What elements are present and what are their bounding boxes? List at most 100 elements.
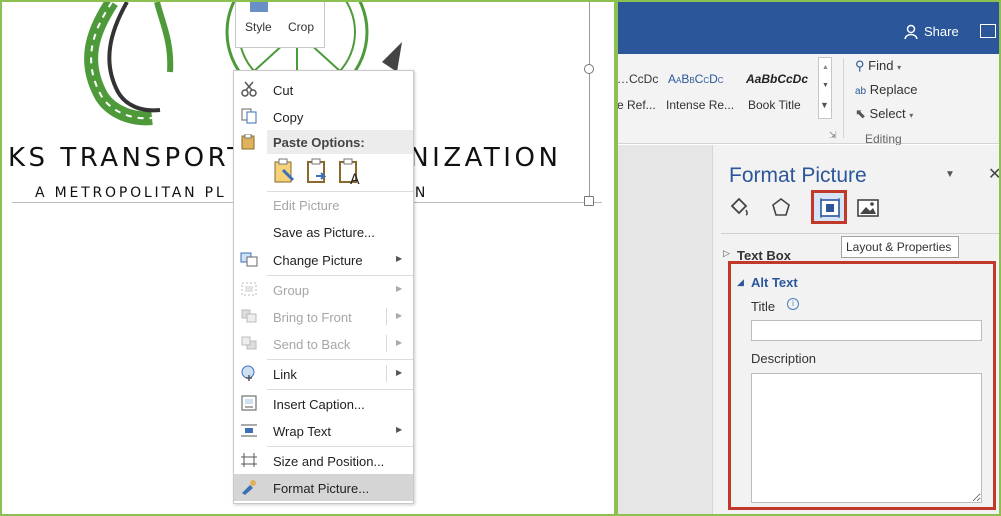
find-label: Find — [868, 58, 894, 73]
menu-item-cut[interactable]: Cut — [234, 76, 413, 103]
menu-item-label: Change Picture — [273, 253, 363, 268]
format-picture-pane: Format Picture ▼ ✕ ▷ Text Box Layout & P… — [712, 145, 999, 514]
menu-item-insert-caption[interactable]: Insert Caption... — [234, 390, 413, 417]
style-preview-intense-reference[interactable]: AaBbCcDc — [668, 72, 724, 86]
fill-line-icon[interactable] — [727, 196, 751, 220]
comments-icon[interactable] — [980, 24, 996, 38]
submenu-arrow-icon: ▶ — [396, 254, 403, 263]
submenu-arrow-icon[interactable]: ▶ — [396, 338, 402, 347]
style-name-intense-reference: Intense Re... — [666, 98, 735, 112]
menu-item-save-as-picture[interactable]: Save as Picture... — [234, 218, 413, 245]
scroll-down-icon[interactable]: ▼ — [822, 82, 829, 89]
document-canvas: KS TRANSPORT GANIZATION A METROPOLITAN P… — [0, 0, 616, 516]
tab-layout-properties[interactable] — [811, 190, 847, 224]
dropdown-arrow-icon: ▾ — [909, 111, 914, 120]
submenu-arrow-icon: ▶ — [396, 425, 403, 434]
submenu-arrow-icon: ▶ — [396, 284, 403, 293]
tooltip: Layout & Properties — [841, 236, 959, 258]
alt-text-section[interactable]: Alt Text — [751, 275, 798, 290]
menu-item-label: Group — [273, 283, 310, 298]
paste-options-header: Paste Options: — [267, 130, 413, 154]
menu-item-label: Link — [273, 367, 297, 382]
info-icon[interactable]: i — [787, 298, 799, 310]
split-divider — [386, 308, 387, 325]
menu-item-label: Bring to Front — [273, 310, 352, 325]
paste-keep-formatting-icon[interactable] — [273, 158, 297, 186]
menu-item-group[interactable]: Group ▶ — [234, 276, 413, 303]
menu-item-format-picture[interactable]: Format Picture... — [234, 474, 413, 501]
find-button[interactable]: ⚲ Find ▾ — [855, 58, 901, 74]
submenu-arrow-icon[interactable]: ▶ — [396, 368, 402, 377]
menu-item-label: Edit Picture — [273, 198, 340, 213]
menu-item-label: Insert Caption... — [273, 397, 365, 412]
search-icon: ⚲ — [855, 58, 865, 73]
menu-item-label: Format Picture... — [273, 481, 370, 496]
close-icon[interactable]: ✕ — [988, 164, 999, 184]
style-preview-book-title[interactable]: AaBbCcDc — [746, 72, 808, 86]
group-icon — [241, 282, 257, 296]
editing-group-label: Editing — [865, 132, 902, 146]
menu-item-copy[interactable]: Copy — [234, 103, 413, 130]
resize-handle-right[interactable] — [584, 64, 594, 74]
style-icon — [250, 2, 268, 12]
title-field-label: Title — [751, 299, 776, 314]
send-back-icon — [241, 336, 257, 350]
alt-text-description-input[interactable] — [751, 373, 982, 503]
paste-merge-formatting-icon[interactable] — [306, 158, 330, 186]
select-button[interactable]: ⬉ Select ▾ — [855, 106, 913, 122]
selection-border — [589, 2, 590, 202]
menu-item-label: Send to Back — [273, 337, 351, 352]
cursor-icon: ⬉ — [855, 106, 866, 121]
crop-button[interactable]: Crop — [288, 20, 314, 34]
effects-icon[interactable] — [769, 196, 793, 220]
collapsed-arrow-icon[interactable]: ▷ — [723, 248, 730, 259]
resize-handle-bottom-right[interactable] — [584, 196, 594, 206]
picture-icon[interactable] — [856, 196, 880, 220]
clipboard-icon — [241, 134, 255, 150]
bring-front-icon — [241, 309, 257, 323]
split-divider — [386, 365, 387, 382]
paste-text-only-icon[interactable]: A — [338, 158, 362, 186]
replace-label: Replace — [869, 82, 918, 97]
style-name: e Ref... — [617, 98, 656, 112]
alt-text-title-input[interactable] — [751, 320, 982, 341]
style-button[interactable]: Style — [245, 20, 272, 34]
wrap-text-icon — [241, 424, 257, 437]
pane-options-icon[interactable]: ▼ — [945, 169, 955, 180]
menu-item-bring-to-front[interactable]: Bring to Front ▶ — [234, 303, 413, 330]
pane-divider — [721, 233, 999, 234]
submenu-arrow-icon[interactable]: ▶ — [396, 311, 402, 320]
word-window: Share …CcDc e Ref... AaBbCcDc Intense Re… — [616, 0, 1001, 516]
menu-item-change-picture[interactable]: Change Picture ▶ — [234, 246, 413, 273]
caption-icon — [241, 395, 257, 411]
context-menu: Cut Copy Paste Options: A Edit Picture S… — [233, 70, 414, 504]
menu-item-link[interactable]: Link ▶ — [234, 360, 413, 387]
split-divider — [386, 335, 387, 352]
menu-item-label: Cut — [273, 83, 294, 98]
styles-dialog-launcher-icon[interactable]: ⇲ — [829, 130, 837, 141]
menu-item-wrap-text[interactable]: Wrap Text ▶ — [234, 417, 413, 444]
menu-item-send-to-back[interactable]: Send to Back ▶ — [234, 330, 413, 357]
ribbon-group-divider — [843, 58, 844, 138]
pane-title: Format Picture — [729, 164, 867, 187]
gallery-more-icon[interactable]: ▼ — [820, 100, 829, 110]
expanded-arrow-icon[interactable]: ◢ — [737, 277, 744, 288]
change-picture-icon — [240, 252, 258, 267]
layout-properties-icon — [820, 198, 840, 218]
size-position-icon — [241, 453, 257, 467]
select-label: Select — [869, 106, 906, 121]
menu-item-label: Save as Picture... — [273, 225, 375, 240]
menu-item-size-and-position[interactable]: Size and Position... — [234, 447, 413, 474]
link-icon — [241, 365, 255, 381]
replace-button[interactable]: ab Replace — [855, 82, 917, 97]
mini-toolbar: Style Crop — [235, 2, 325, 48]
menu-item-edit-picture[interactable]: Edit Picture — [234, 191, 413, 218]
styles-gallery-scroll[interactable]: ▲ ▼ ▼ — [818, 57, 832, 119]
share-button[interactable]: Share — [924, 24, 959, 39]
replace-icon: ab — [855, 86, 867, 97]
svg-text:A: A — [350, 172, 360, 186]
scroll-up-icon[interactable]: ▲ — [822, 64, 829, 71]
style-preview[interactable]: …CcDc — [618, 72, 658, 86]
person-icon — [904, 24, 918, 40]
paste-options-label: Paste Options: — [273, 135, 365, 150]
